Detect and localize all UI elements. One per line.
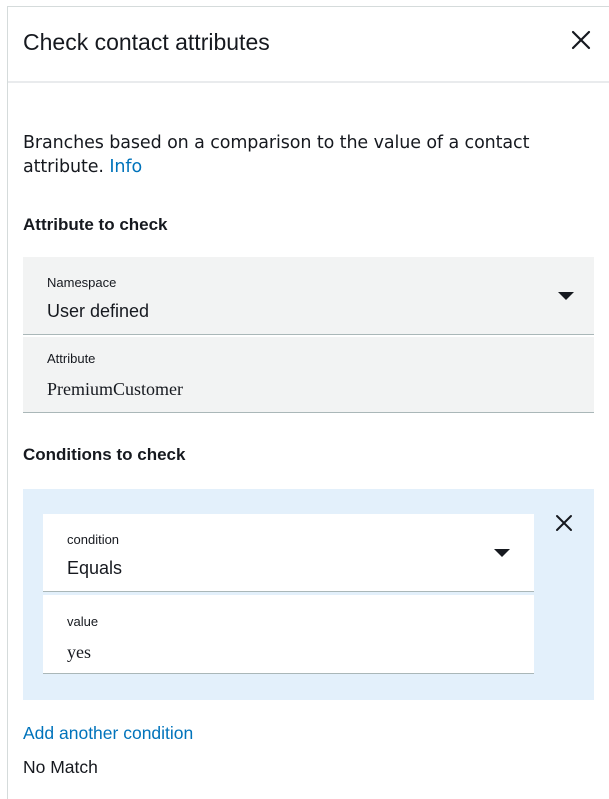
no-match-label: No Match — [23, 757, 98, 777]
check-contact-attributes-panel: Check contact attributes Branches based … — [7, 6, 609, 799]
attribute-to-check-heading: Attribute to check — [23, 215, 168, 234]
block-description: Branches based on a comparison to the va… — [23, 131, 583, 179]
attribute-field[interactable]: Attribute PremiumCustomer — [23, 337, 594, 413]
condition-value: Equals — [67, 558, 123, 578]
condition-select[interactable]: condition Equals — [43, 514, 534, 592]
condition-label: condition — [67, 532, 120, 547]
attribute-label: Attribute — [47, 351, 96, 366]
info-link[interactable]: Info — [109, 157, 142, 177]
panel-header: Check contact attributes — [8, 7, 609, 83]
condition-group: condition Equals value yes — [23, 489, 594, 700]
namespace-value: User defined — [47, 301, 150, 321]
caret-down-icon — [558, 292, 574, 300]
add-another-condition-link[interactable]: Add another condition — [23, 723, 193, 744]
value-label: value — [67, 614, 99, 629]
value-input-text: yes — [67, 642, 91, 662]
close-icon[interactable] — [570, 29, 592, 51]
description-text: Branches based on a comparison to the va… — [23, 133, 530, 177]
panel-title: Check contact attributes — [23, 29, 270, 55]
namespace-label: Namespace — [47, 275, 117, 290]
value-field[interactable]: value yes — [43, 595, 534, 674]
caret-down-icon — [494, 549, 510, 557]
close-icon[interactable] — [554, 513, 574, 533]
namespace-select[interactable]: Namespace User defined — [23, 257, 594, 335]
attribute-value: PremiumCustomer — [47, 379, 183, 399]
conditions-to-check-heading: Conditions to check — [23, 445, 186, 464]
